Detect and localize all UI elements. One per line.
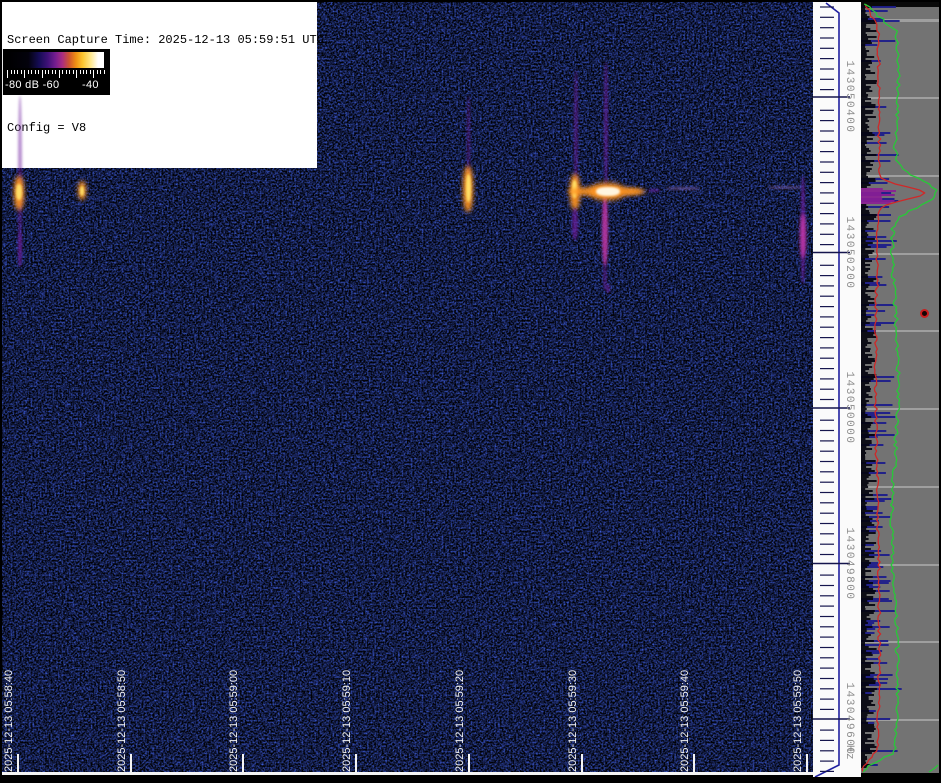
colorbar-tick bbox=[103, 70, 105, 74]
colorbar-tick bbox=[58, 70, 60, 78]
colorbar-tick bbox=[41, 70, 43, 78]
db-colorbar: -80 dB -60 -40 bbox=[2, 49, 110, 95]
average-trace bbox=[861, 3, 926, 773]
echo-blob bbox=[604, 62, 608, 188]
colorbar-tick bbox=[96, 70, 98, 74]
time-tick bbox=[467, 754, 470, 773]
echo-blob bbox=[602, 196, 608, 266]
colorbar-tick bbox=[82, 70, 84, 74]
echo-blob bbox=[465, 174, 471, 202]
echo-blob bbox=[17, 232, 22, 266]
colorbar-tick bbox=[93, 70, 95, 78]
time-tick-label: 2025-12-13 05:59:00 bbox=[228, 669, 241, 772]
freq-tick-label: 143050000 bbox=[843, 371, 855, 445]
time-axis-baseline bbox=[2, 772, 813, 775]
echo-blob bbox=[799, 214, 806, 258]
colorbar-tick bbox=[65, 70, 67, 74]
freq-tick-label: 143050400 bbox=[843, 60, 855, 134]
frequency-axis-line bbox=[814, 2, 840, 778]
time-tick bbox=[580, 754, 583, 773]
colorbar-tick bbox=[72, 70, 74, 74]
freq-unit-label: Hz bbox=[843, 744, 855, 762]
colorbar-tick bbox=[76, 70, 77, 78]
colorbar-tick bbox=[7, 70, 8, 78]
colorbar-gradient bbox=[7, 52, 104, 68]
colorbar-tick bbox=[48, 70, 50, 74]
capture-time-text: Screen Capture Time: 2025-12-13 05:59:51… bbox=[7, 33, 324, 48]
time-tick-label: 2025-12-13 05:59:10 bbox=[341, 669, 354, 772]
time-tick-label: 2025-12-13 05:58:50 bbox=[115, 669, 128, 772]
echo-blob bbox=[666, 187, 700, 190]
echo-blob bbox=[16, 184, 22, 200]
time-tick-label: 2025-12-13 05:59:20 bbox=[453, 669, 466, 772]
peak-trace-corner bbox=[928, 764, 939, 773]
echo-blob bbox=[606, 284, 610, 293]
colorbar-tick bbox=[100, 70, 102, 74]
echo-blob bbox=[648, 189, 660, 192]
colorbar-tick bbox=[20, 70, 22, 74]
colorbar-tick bbox=[45, 70, 46, 74]
time-tick bbox=[693, 754, 696, 773]
colorbar-tick bbox=[79, 70, 81, 74]
colorbar-tick bbox=[27, 70, 29, 74]
echo-blob bbox=[572, 208, 578, 240]
spectrum-graphics bbox=[861, 3, 939, 773]
time-tick bbox=[17, 754, 19, 773]
colorbar-label-right: -40 bbox=[82, 79, 99, 91]
colorbar-tick bbox=[31, 70, 33, 74]
echo-blob bbox=[596, 187, 620, 196]
colorbar-tick bbox=[86, 70, 88, 74]
colorbar-tick bbox=[51, 70, 53, 74]
echo-blob bbox=[768, 186, 802, 189]
freq-tick-label: 143049800 bbox=[843, 527, 855, 600]
colorbar-tick bbox=[10, 70, 12, 74]
colorbar-tick bbox=[34, 70, 36, 74]
time-tick bbox=[242, 754, 245, 773]
time-tick bbox=[805, 754, 808, 773]
spectrum-panel bbox=[861, 2, 939, 773]
colorbar-tick bbox=[62, 70, 64, 74]
echo-blob bbox=[80, 186, 84, 196]
colorbar-label-left: -80 dB -60 bbox=[5, 79, 60, 91]
echo-blob bbox=[622, 189, 646, 194]
colorbar-tick bbox=[69, 70, 71, 74]
colorbar-tick bbox=[13, 70, 15, 74]
time-tick bbox=[129, 754, 132, 773]
colorbar-tick bbox=[89, 70, 91, 74]
freq-tick-label: 143050200 bbox=[843, 216, 855, 289]
colorbar-tick bbox=[17, 70, 19, 74]
screen-capture-root: Screen Capture Time: 2025-12-13 05:59:51… bbox=[0, 0, 941, 783]
colorbar-tick bbox=[55, 70, 57, 74]
colorbar-tick bbox=[24, 70, 26, 78]
config-text: Config = V8 bbox=[7, 120, 87, 135]
histogram-bars-peak bbox=[861, 188, 896, 204]
colorbar-tick bbox=[38, 70, 39, 74]
time-tick-label: 2025-12-13 05:59:40 bbox=[679, 669, 692, 772]
time-tick-label: 2025-12-13 05:59:30 bbox=[566, 669, 579, 772]
time-tick bbox=[355, 754, 358, 773]
time-tick-label: 2025-12-13 05:58:40 bbox=[3, 669, 15, 772]
time-tick-label: 2025-12-13 05:59:50 bbox=[791, 669, 804, 772]
